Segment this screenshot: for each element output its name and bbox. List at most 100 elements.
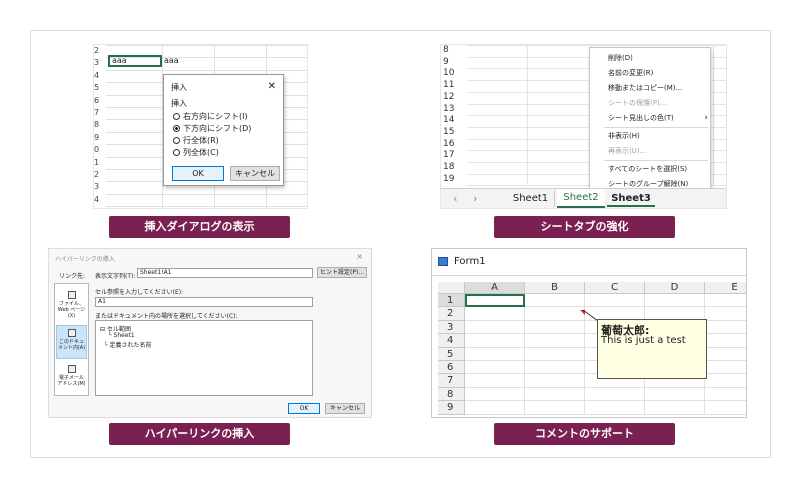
place-tree[interactable]: ⊟ セル範囲 └ Sheet1 └ 定義された名前 <box>95 320 313 396</box>
cell[interactable] <box>525 334 585 348</box>
cell-ref-input[interactable]: A1 <box>95 297 313 307</box>
row-number[interactable]: 6 <box>94 95 106 107</box>
row-number[interactable]: 13 <box>443 104 467 116</box>
row-header[interactable]: 2 <box>438 307 465 321</box>
tab-sheet2[interactable]: Sheet2 <box>557 189 605 208</box>
row-number[interactable]: 0 <box>94 144 106 156</box>
cell[interactable] <box>585 401 645 415</box>
cell[interactable] <box>705 374 746 388</box>
menu-item[interactable]: 再表示(U)... <box>608 145 708 158</box>
cell[interactable] <box>705 361 746 375</box>
cell[interactable] <box>525 294 585 308</box>
column-header[interactable]: B <box>525 282 585 294</box>
link-type-1[interactable]: ファイル、Web ページ(X) <box>56 288 87 322</box>
row-number[interactable]: 4 <box>94 70 106 82</box>
row-number[interactable]: 9 <box>443 57 467 69</box>
row-number[interactable]: 15 <box>443 127 467 139</box>
cell[interactable] <box>525 347 585 361</box>
row-number[interactable]: 3 <box>94 181 106 193</box>
row-number[interactable]: 16 <box>443 139 467 151</box>
row-number[interactable]: 7 <box>94 107 106 119</box>
cell[interactable] <box>585 387 645 402</box>
cell[interactable] <box>705 388 746 402</box>
cell-a3[interactable]: aaa <box>108 55 162 67</box>
cell[interactable] <box>705 401 746 415</box>
close-icon[interactable]: × <box>356 252 363 261</box>
cancel-button[interactable]: キャンセル <box>230 166 280 181</box>
row-header[interactable]: 8 <box>438 387 465 402</box>
close-icon[interactable]: ✕ <box>268 81 276 92</box>
link-type-2[interactable]: このドキュメント内(A) <box>56 325 87 359</box>
cell[interactable] <box>585 294 645 308</box>
row-number[interactable]: 11 <box>443 80 467 92</box>
column-header[interactable]: A <box>465 282 525 294</box>
row-number[interactable]: 12 <box>443 92 467 104</box>
row-number[interactable]: 10 <box>443 68 467 80</box>
cell[interactable] <box>705 294 746 308</box>
cell[interactable] <box>645 387 705 402</box>
cell[interactable] <box>705 334 746 348</box>
row-header[interactable]: 3 <box>438 320 465 335</box>
cell[interactable] <box>525 320 585 335</box>
menu-item[interactable]: 移動またはコピー(M)... <box>608 82 708 95</box>
cell[interactable] <box>465 374 525 388</box>
insert-option[interactable]: 右方向にシフト(I) <box>173 111 248 123</box>
row-number[interactable]: 14 <box>443 115 467 127</box>
tab-sheet3[interactable]: Sheet3 <box>607 191 655 207</box>
cell[interactable] <box>525 387 585 402</box>
select-all-corner[interactable] <box>438 282 465 294</box>
scroll-right-icon[interactable]: › <box>473 192 477 205</box>
row-number[interactable]: 5 <box>94 82 106 94</box>
menu-item[interactable]: すべてのシートを選択(S) <box>608 163 708 176</box>
menu-item[interactable]: シートの保護(P)... <box>608 97 708 110</box>
cell[interactable] <box>465 320 525 335</box>
column-header[interactable]: E <box>705 282 746 294</box>
row-number[interactable]: 2 <box>94 169 106 181</box>
row-header[interactable]: 7 <box>438 374 465 388</box>
row-number[interactable]: 18 <box>443 162 467 174</box>
tree-node-names[interactable]: └ 定義された名前 <box>104 340 152 349</box>
row-header[interactable]: 4 <box>438 334 465 348</box>
row-number[interactable]: 1 <box>94 157 106 169</box>
row-number[interactable]: 2 <box>94 45 106 57</box>
row-number[interactable]: 8 <box>443 45 467 57</box>
row-header[interactable]: 6 <box>438 361 465 375</box>
cell[interactable] <box>465 401 525 415</box>
row-number[interactable]: 4 <box>94 194 106 206</box>
row-number[interactable]: 9 <box>94 132 106 144</box>
display-text-input[interactable]: Sheet1!A1 <box>137 268 313 278</box>
insert-option[interactable]: 下方向にシフト(D) <box>173 123 251 135</box>
cell[interactable] <box>525 401 585 415</box>
menu-item[interactable]: 名前の変更(R) <box>608 67 708 80</box>
link-type-3[interactable]: 電子メール アドレス(M) <box>56 362 87 396</box>
cell[interactable] <box>645 294 705 308</box>
column-header[interactable]: C <box>585 282 645 294</box>
cell[interactable] <box>645 401 705 415</box>
row-number[interactable]: 3 <box>94 57 106 69</box>
row-header[interactable]: 1 <box>438 294 465 308</box>
cell[interactable] <box>465 347 525 361</box>
cell[interactable] <box>465 361 525 375</box>
menu-item[interactable]: 削除(D) <box>608 52 708 65</box>
insert-option[interactable]: 行全体(R) <box>173 135 219 147</box>
column-header[interactable]: D <box>645 282 705 294</box>
insert-option[interactable]: 列全体(C) <box>173 147 219 159</box>
cell[interactable] <box>525 361 585 375</box>
row-number[interactable]: 8 <box>94 119 106 131</box>
ok-button[interactable]: OK <box>172 166 224 181</box>
cell[interactable] <box>705 321 746 335</box>
comment-box[interactable]: 葡萄太郎: This is just a test <box>597 319 707 379</box>
row-number[interactable]: 17 <box>443 150 467 162</box>
cell[interactable] <box>525 307 585 321</box>
cell[interactable] <box>465 307 525 321</box>
tip-button[interactable]: ヒント設定(P)... <box>317 267 367 278</box>
cancel-button[interactable]: キャンセル <box>325 403 365 414</box>
scroll-left-icon[interactable]: ‹ <box>453 192 457 205</box>
tab-sheet1[interactable]: Sheet1 <box>507 191 555 207</box>
menu-item[interactable]: 非表示(H) <box>608 130 708 143</box>
cell[interactable] <box>705 348 746 361</box>
cell[interactable] <box>465 334 525 348</box>
row-number[interactable]: 19 <box>443 174 467 186</box>
ok-button[interactable]: OK <box>288 403 320 414</box>
row-header[interactable]: 5 <box>438 347 465 361</box>
